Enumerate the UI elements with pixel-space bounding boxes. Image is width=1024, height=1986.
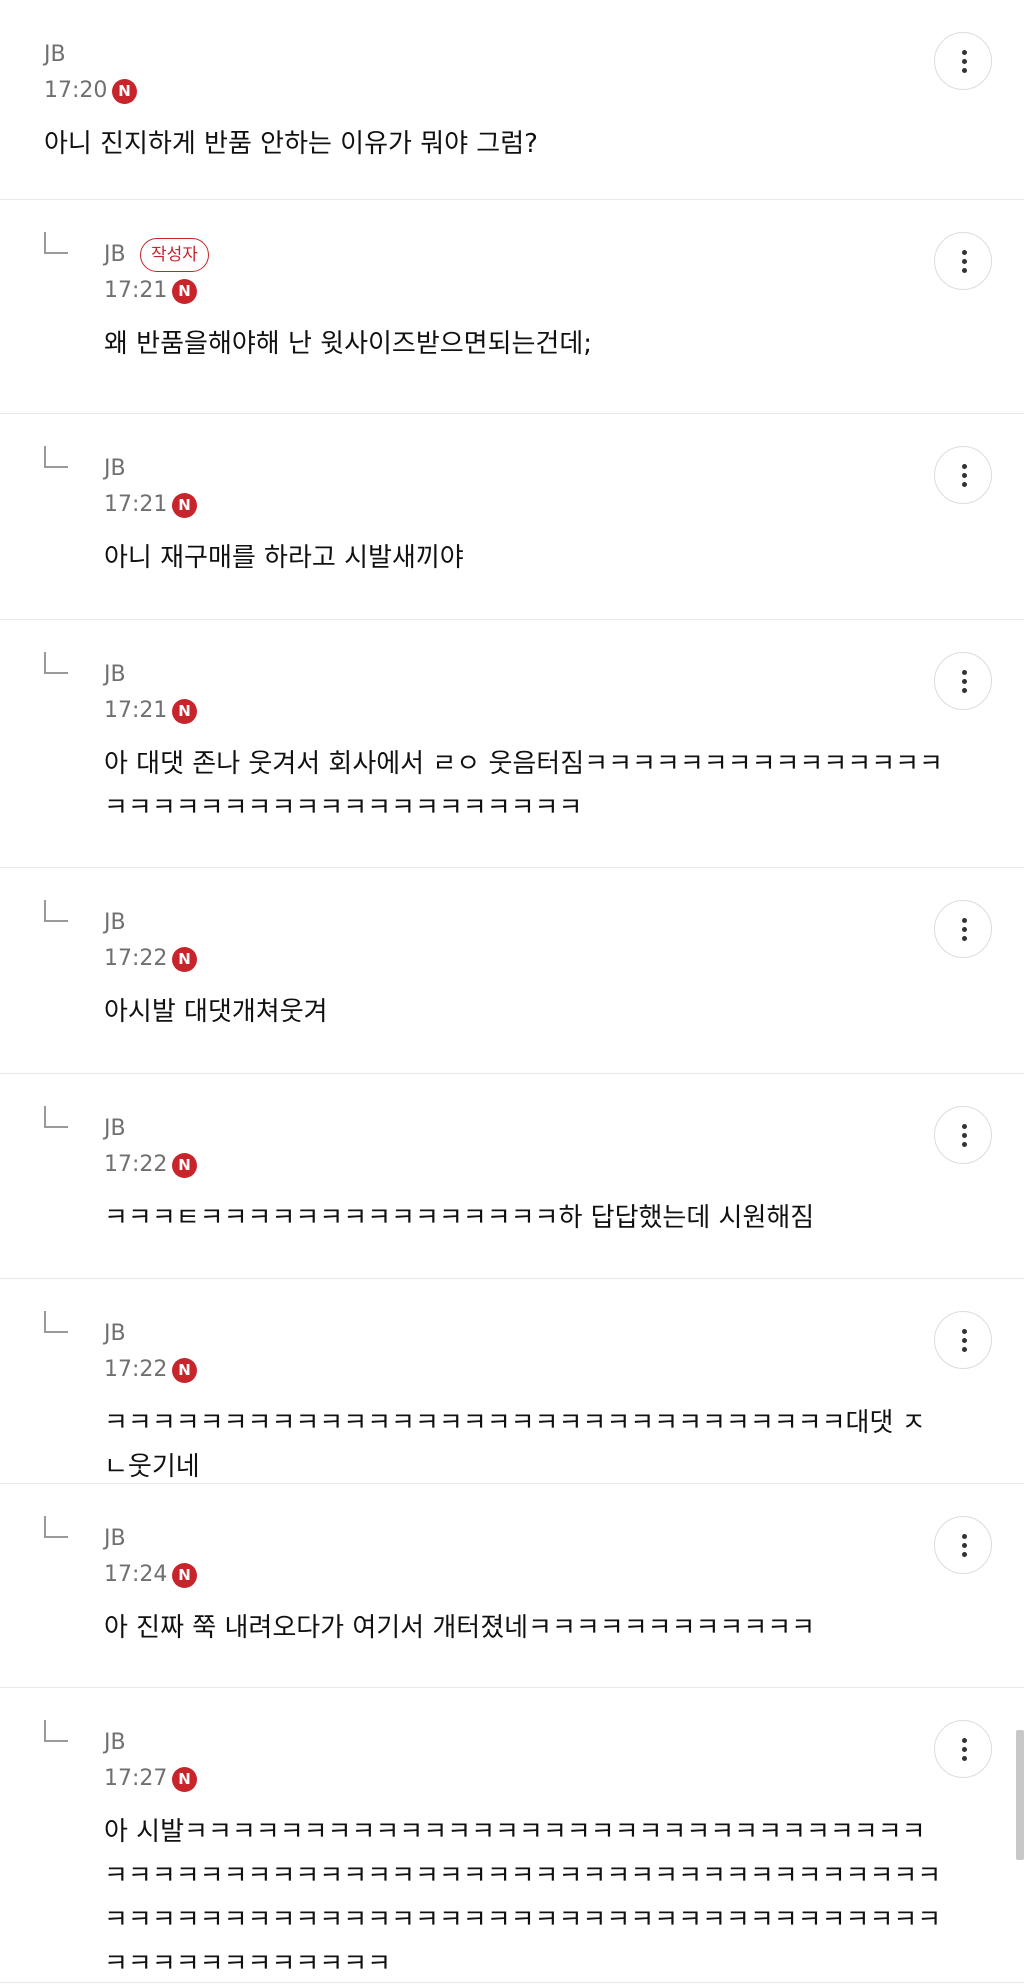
reply-item: JB 17:27 N 아 시발ㅋㅋㅋㅋㅋㅋㅋㅋㅋㅋㅋㅋㅋㅋㅋㅋㅋㅋㅋㅋㅋㅋㅋㅋㅋㅋㅋㅋ… (0, 1688, 1024, 1983)
author-badge: 작성자 (140, 238, 209, 272)
comment-text: 왜 반품을해야해 난 윗사이즈받으면되는건데; (104, 329, 593, 359)
comment-time: 17:22 (104, 946, 168, 971)
comment-text: 아 진짜 쭉 내려오다가 여기서 개터졌네ㅋㅋㅋㅋㅋㅋㅋㅋㅋㅋㅋㅋ (104, 1613, 816, 1643)
comment-time: 17:27 (104, 1766, 168, 1791)
comment-author[interactable]: JB (104, 1116, 126, 1142)
reply-arrow-icon (44, 446, 68, 468)
comment-text: 아니 진지하게 반품 안하는 이유가 뭐야 그럼? (44, 129, 538, 159)
comment-time: 17:24 (104, 1562, 168, 1587)
comment-author[interactable]: JB (104, 456, 126, 482)
comment-time: 17:22 (104, 1152, 168, 1177)
comment-text: ㅋㅋㅋㅋㅋㅋㅋㅋㅋㅋㅋㅋㅋㅋㅋㅋㅋㅋㅋㅋㅋㅋㅋㅋㅋㅋㅋㅋㅋㅋㅋ대댓 ㅈㄴ웃기네 (104, 1408, 926, 1482)
more-options-button[interactable] (934, 446, 992, 504)
comment-author[interactable]: JB (104, 910, 126, 936)
reply-item: JB 17:22 N 아시발 대댓개쳐웃겨 (0, 868, 1024, 1074)
reply-arrow-icon (44, 1106, 68, 1128)
new-badge-icon: N (112, 79, 137, 104)
more-options-button[interactable] (934, 652, 992, 710)
reply-arrow-icon (44, 1516, 68, 1538)
comment-author[interactable]: JB (104, 662, 126, 688)
reply-item: JB 17:24 N 아 진짜 쭉 내려오다가 여기서 개터졌네ㅋㅋㅋㅋㅋㅋㅋㅋㅋㅋㅋ… (0, 1484, 1024, 1688)
reply-item: JB 17:22 N ㅋㅋㅋㅋㅋㅋㅋㅋㅋㅋㅋㅋㅋㅋㅋㅋㅋㅋㅋㅋㅋㅋㅋㅋㅋㅋㅋㅋㅋㅋㅋ대… (0, 1279, 1024, 1484)
reply-arrow-icon (44, 1311, 68, 1333)
new-badge-icon: N (172, 1563, 197, 1588)
comment-author[interactable]: JB (104, 1730, 126, 1756)
more-options-button[interactable] (934, 900, 992, 958)
reply-item: JB 17:21 N 아니 재구매를 하라고 시발새끼야 (0, 414, 1024, 620)
reply-item: JB 17:21 N 아 대댓 존나 웃겨서 회사에서 ㄹㅇ 웃음터짐ㅋㅋㅋㅋㅋㅋㅋㅋ… (0, 620, 1024, 868)
new-badge-icon: N (172, 947, 197, 972)
comment-author[interactable]: JB (104, 1526, 126, 1552)
reply-arrow-icon (44, 1720, 68, 1742)
comment-text: 아 시발ㅋㅋㅋㅋㅋㅋㅋㅋㅋㅋㅋㅋㅋㅋㅋㅋㅋㅋㅋㅋㅋㅋㅋㅋㅋㅋㅋㅋㅋㅋㅋㅋㅋㅋㅋㅋ… (104, 1817, 942, 1979)
scrollbar[interactable] (1016, 1730, 1024, 1860)
new-badge-icon: N (172, 1767, 197, 1792)
comment-text: ㅋㅋㅋㅌㅋㅋㅋㅋㅋㅋㅋㅋㅋㅋㅋㅋㅋㅋㅋ하 답답했는데 시원해짐 (104, 1203, 815, 1233)
new-badge-icon: N (172, 699, 197, 724)
more-options-button[interactable] (934, 1516, 992, 1574)
reply-arrow-icon (44, 232, 68, 254)
more-options-button[interactable] (934, 1311, 992, 1369)
comment-author[interactable]: JB (44, 42, 66, 68)
reply-arrow-icon (44, 900, 68, 922)
comment-time: 17:21 (104, 278, 168, 303)
new-badge-icon: N (172, 1153, 197, 1178)
more-options-button[interactable] (934, 1720, 992, 1778)
comment-text: 아시발 대댓개쳐웃겨 (104, 997, 328, 1027)
reply-arrow-icon (44, 652, 68, 674)
comment-time: 17:21 (104, 492, 168, 517)
new-badge-icon: N (172, 279, 197, 304)
more-options-button[interactable] (934, 1106, 992, 1164)
comment-time: 17:20 (44, 78, 108, 103)
reply-item: JB 17:22 N ㅋㅋㅋㅌㅋㅋㅋㅋㅋㅋㅋㅋㅋㅋㅋㅋㅋㅋㅋ하 답답했는데 시원해짐 (0, 1074, 1024, 1279)
comment-time: 17:22 (104, 1357, 168, 1382)
comment-item: JB 17:20 N 아니 진지하게 반품 안하는 이유가 뭐야 그럼? (0, 0, 1024, 200)
new-badge-icon: N (172, 1358, 197, 1383)
comment-time: 17:21 (104, 698, 168, 723)
comment-author[interactable]: JB (104, 1321, 126, 1347)
reply-item: JB 작성자 17:21 N 왜 반품을해야해 난 윗사이즈받으면되는건데; (0, 200, 1024, 414)
new-badge-icon: N (172, 493, 197, 518)
more-options-button[interactable] (934, 232, 992, 290)
comment-text: 아 대댓 존나 웃겨서 회사에서 ㄹㅇ 웃음터짐ㅋㅋㅋㅋㅋㅋㅋㅋㅋㅋㅋㅋㅋㅋㅋㅋ… (104, 749, 943, 823)
comment-author[interactable]: JB (104, 242, 126, 268)
comment-text: 아니 재구매를 하라고 시발새끼야 (104, 543, 464, 573)
more-options-button[interactable] (934, 32, 992, 90)
